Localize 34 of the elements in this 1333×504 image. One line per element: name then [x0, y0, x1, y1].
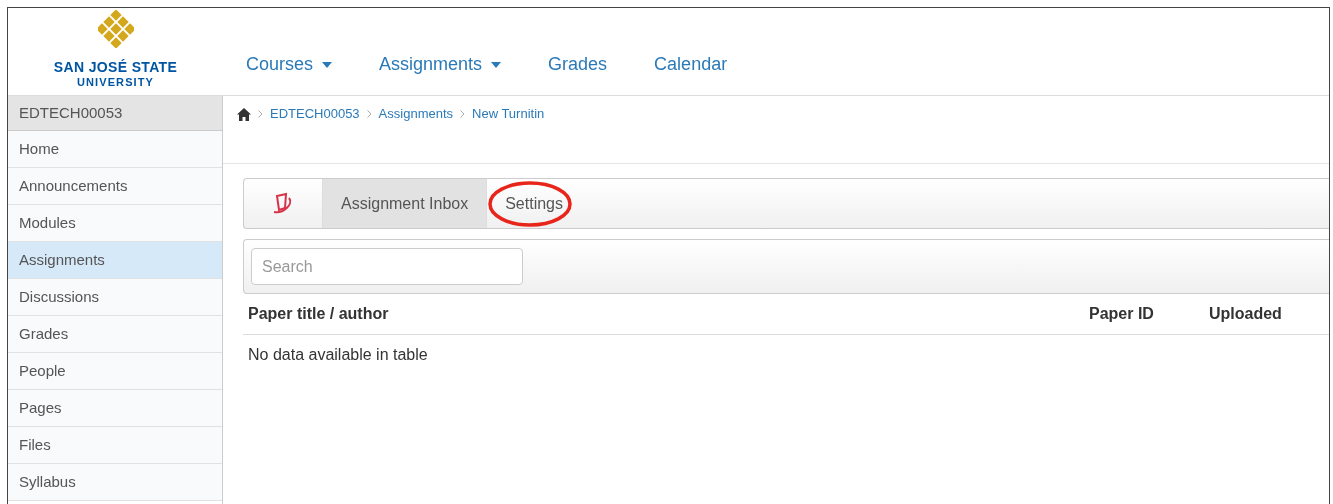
nav-link[interactable]: Assignments	[379, 51, 502, 78]
university-name: SAN JOSÉ STATE	[53, 60, 178, 74]
chevron-icon	[258, 110, 263, 118]
sidebar-item[interactable]: Announcements	[8, 168, 222, 205]
sidebar-item[interactable]: Assignments	[8, 242, 222, 279]
sidebar-item[interactable]: Syllabus	[8, 464, 222, 501]
nav-link[interactable]: Courses	[246, 51, 333, 78]
nav-link[interactable]: Calendar	[654, 51, 728, 78]
breadcrumb-link[interactable]: Assignments	[378, 104, 454, 124]
breadcrumb-link[interactable]: EDTECH00053	[270, 104, 360, 124]
sidebar-item[interactable]: Pages	[8, 390, 222, 427]
sidebar-item[interactable]: Home	[8, 131, 222, 168]
tab[interactable]: Assignment Inbox	[323, 179, 488, 228]
search-field[interactable]: Search	[251, 248, 523, 285]
breadcrumb-link[interactable]: New Turnitin	[472, 104, 545, 124]
sidebar-item[interactable]: Grades	[8, 316, 222, 353]
chevron-icon	[366, 110, 372, 118]
caret-icon	[491, 61, 502, 68]
chevron-icon	[460, 110, 466, 118]
caret-icon	[322, 61, 333, 68]
sidebar-item[interactable]: People	[8, 353, 222, 390]
empty-table-message: No data available in table	[247, 345, 429, 365]
column-header[interactable]: Paper title / author	[243, 302, 1089, 326]
column-header[interactable]: Uploaded	[1209, 302, 1329, 326]
sidebar-item[interactable]: Files	[8, 427, 222, 464]
home-icon[interactable]	[237, 107, 251, 121]
nav-link[interactable]: Grades	[548, 51, 608, 78]
sidebar-item[interactable]: Discussions	[8, 279, 222, 316]
sidebar-item[interactable]: Modules	[8, 205, 222, 242]
column-header[interactable]: Paper ID	[1089, 302, 1209, 326]
university-subtitle: UNIVERSITY	[77, 77, 154, 88]
tab[interactable]: Settings	[487, 179, 581, 228]
logo-icon	[97, 10, 134, 48]
course-title: EDTECH00053	[8, 96, 222, 131]
